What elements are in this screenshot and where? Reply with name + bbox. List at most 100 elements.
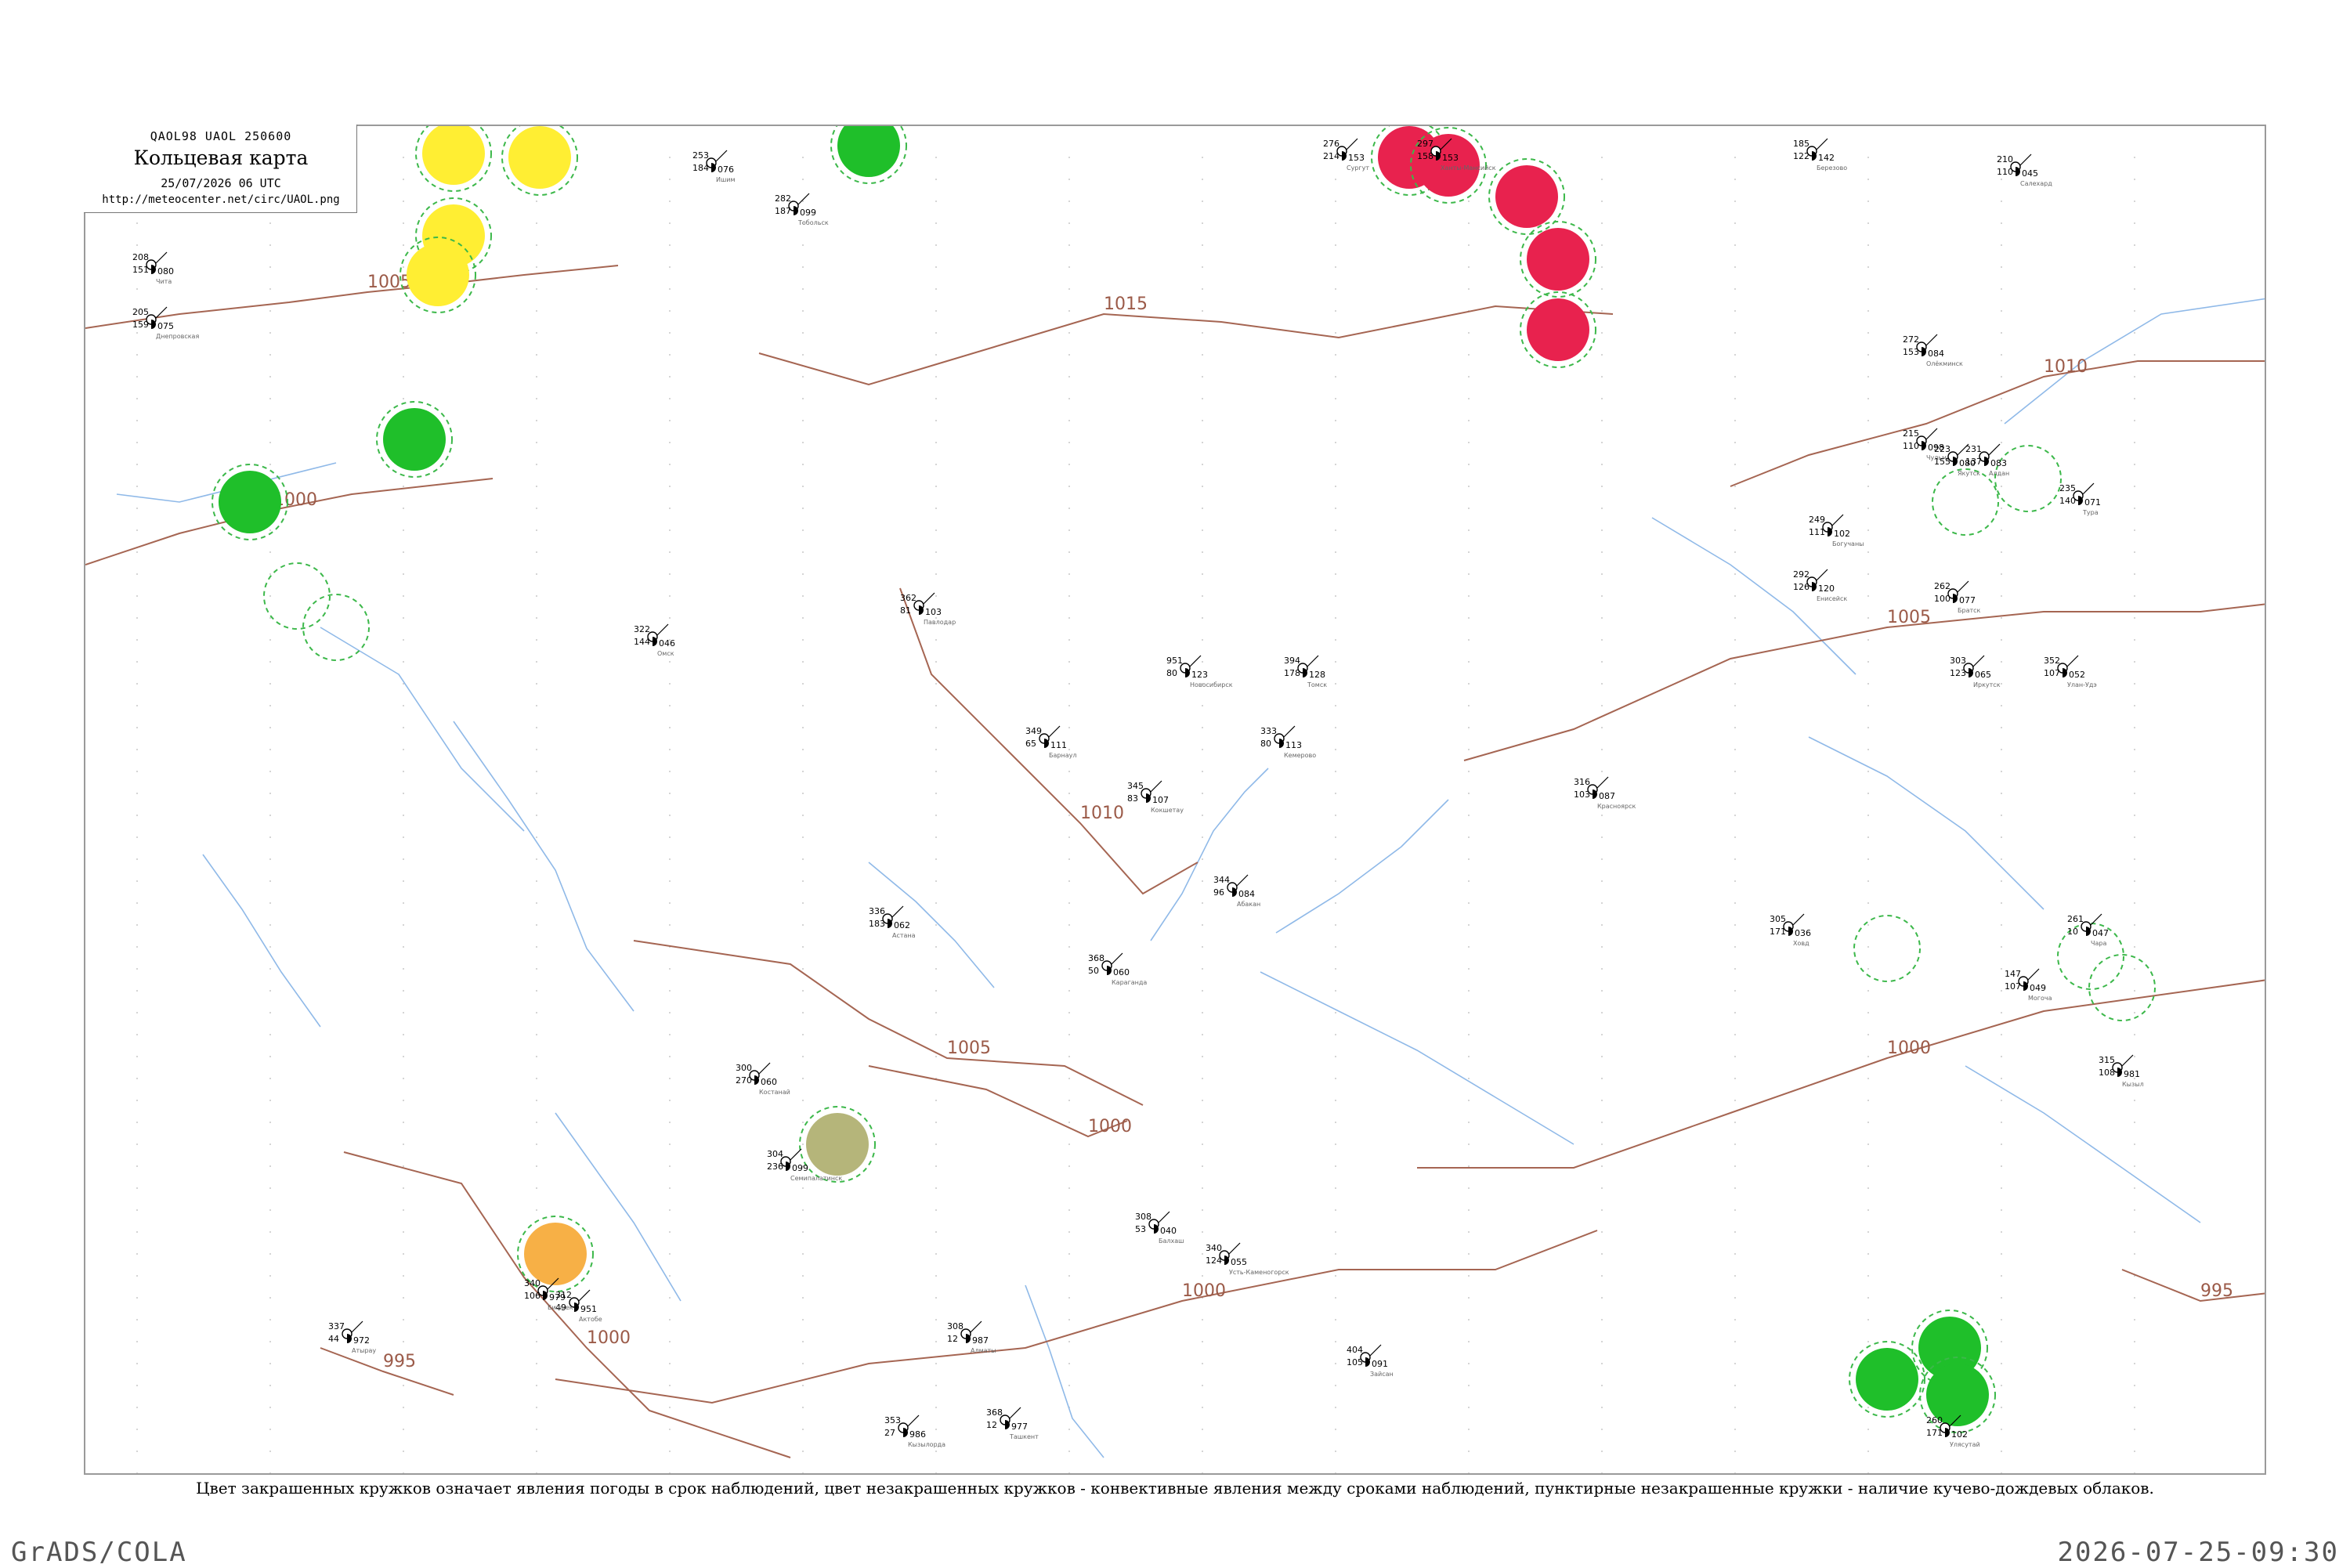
station-plot[interactable]: 282 099 187 Тобольск bbox=[775, 193, 829, 226]
graticule-dot bbox=[2134, 1253, 2135, 1255]
station-plot[interactable]: 305 036 171 Ховд bbox=[1770, 913, 1811, 947]
station-plot[interactable]: 352 052 107 Улан-Удэ bbox=[2044, 655, 2097, 688]
graticule-dot bbox=[1468, 1472, 1470, 1473]
graticule-dot bbox=[136, 1363, 138, 1364]
graticule-dot bbox=[136, 376, 138, 378]
isobar-line bbox=[899, 587, 1198, 895]
station-plot[interactable]: 368 977 12 Ташкент bbox=[986, 1407, 1039, 1440]
graticule-dot bbox=[1202, 1078, 1203, 1079]
station-plot[interactable]: 147 049 107 Могоча bbox=[2005, 968, 2052, 1002]
graticule-dot bbox=[802, 1275, 804, 1277]
graticule-dot bbox=[2001, 508, 2002, 509]
graticule-dot bbox=[935, 683, 937, 685]
station-plot[interactable]: 344 084 96 Абакан bbox=[1213, 874, 1260, 908]
station-plot[interactable]: 368 060 50 Караганда bbox=[1088, 952, 1147, 986]
graticule-dot bbox=[403, 1472, 404, 1473]
graticule-dot bbox=[1734, 771, 1736, 772]
station-plot[interactable]: 322 046 144 Омск bbox=[634, 623, 675, 657]
graticule-dot bbox=[1202, 880, 1203, 882]
graticule-dot bbox=[802, 310, 804, 312]
graticule-dot bbox=[536, 244, 537, 246]
graticule-dot bbox=[1202, 529, 1203, 531]
station-plot[interactable]: 316 087 103 Красноярск bbox=[1574, 776, 1636, 810]
station-plot[interactable]: 249 102 111 Богучаны bbox=[1809, 514, 1864, 547]
graticule-dot bbox=[136, 1034, 138, 1035]
graticule-dot bbox=[1601, 442, 1603, 443]
station-name: Якутск bbox=[1958, 470, 1980, 477]
station-temp: 276 bbox=[1323, 139, 1340, 149]
graticule-dot bbox=[1202, 1122, 1203, 1123]
station-value: 10 bbox=[2067, 927, 2078, 937]
graticule-dot bbox=[1335, 1253, 1336, 1255]
station-plot[interactable]: 404 091 105 Зайсан bbox=[1347, 1344, 1394, 1378]
graticule-dot bbox=[536, 486, 537, 487]
station-plot[interactable]: 362 103 81 Павлодар bbox=[900, 592, 956, 626]
graticule-dot bbox=[403, 529, 404, 531]
graticule-dot bbox=[1867, 354, 1869, 356]
graticule-dot bbox=[669, 1297, 671, 1299]
graticule-dot bbox=[269, 946, 271, 948]
graticule-dot bbox=[1867, 222, 1869, 224]
station-plot[interactable]: 253 076 184 Ишим bbox=[692, 150, 736, 183]
station-plot[interactable]: 261 047 10 Чара bbox=[2067, 913, 2109, 947]
graticule-dot bbox=[1468, 398, 1470, 399]
graticule-dot bbox=[1068, 332, 1070, 334]
station-plot[interactable]: 308 040 53 Балхаш bbox=[1135, 1211, 1184, 1245]
station-plot[interactable]: 303 065 123 Иркутск bbox=[1950, 655, 2001, 688]
station-plot[interactable]: 951 123 80 Новосибирск bbox=[1166, 655, 1233, 688]
station-pressure: 040 bbox=[1160, 1226, 1177, 1236]
wind-barb bbox=[1792, 913, 1805, 926]
graticule-dot bbox=[403, 1143, 404, 1145]
station-plot[interactable]: 235 071 140 Тура bbox=[2059, 482, 2101, 516]
station-plot[interactable]: 276 153 214 Сургут bbox=[1323, 138, 1369, 172]
graticule-dot bbox=[935, 749, 937, 750]
graticule-dot bbox=[269, 1429, 271, 1430]
graticule-dot bbox=[2134, 1429, 2135, 1430]
station-plot[interactable]: 345 107 83 Кокшетау bbox=[1127, 780, 1184, 814]
station-plot[interactable]: 337 972 44 Атырау bbox=[328, 1321, 376, 1354]
station-plot[interactable]: 185 142 122 Березово bbox=[1793, 138, 1847, 172]
station-plot[interactable]: 353 986 27 Кызылорда bbox=[884, 1414, 945, 1448]
station-plot[interactable]: 308 987 12 Алматы bbox=[947, 1321, 996, 1354]
graticule-dot bbox=[2001, 595, 2002, 597]
station-plot[interactable]: 210 045 110 Салехард bbox=[1997, 154, 2052, 187]
graticule-dot bbox=[2001, 1407, 2002, 1408]
fog-spot bbox=[508, 126, 571, 189]
graticule-dot bbox=[269, 310, 271, 312]
graticule-dot bbox=[1468, 902, 1470, 904]
graticule-dot bbox=[669, 617, 671, 619]
station-plot[interactable]: 262 077 100 Братск bbox=[1934, 580, 1981, 614]
graticule-dot bbox=[669, 1231, 671, 1233]
graticule-dot bbox=[935, 529, 937, 531]
station-plot[interactable]: 315 981 108 Кызыл bbox=[2099, 1054, 2144, 1088]
graticule-dot bbox=[2001, 990, 2002, 992]
graticule-dot bbox=[669, 1078, 671, 1079]
graticule-dot bbox=[1068, 1012, 1070, 1013]
graticule-dot bbox=[269, 1165, 271, 1167]
station-plot[interactable]: 292 120 126 Енисейск bbox=[1793, 569, 1847, 602]
graticule-dot bbox=[136, 508, 138, 509]
graticule-dot bbox=[1335, 442, 1336, 443]
graticule-dot bbox=[2001, 1056, 2002, 1057]
station-plot[interactable]: 336 062 183 Астана bbox=[869, 905, 916, 939]
station-plot[interactable]: 333 113 80 Кемерово bbox=[1260, 725, 1316, 759]
graticule-dot bbox=[1468, 727, 1470, 728]
graticule-dot bbox=[1202, 573, 1203, 575]
graticule-dot bbox=[1068, 398, 1070, 399]
station-plot[interactable]: 394 128 178 Томск bbox=[1284, 655, 1327, 688]
graticule-dot bbox=[669, 157, 671, 158]
station-temp: 352 bbox=[2044, 656, 2060, 666]
station-plot[interactable]: 349 111 65 Барнаул bbox=[1025, 725, 1076, 759]
station-value: 44 bbox=[328, 1334, 339, 1344]
graticule-dot bbox=[536, 1451, 537, 1452]
station-plot[interactable]: 340 055 124 Усть-Каменогорск bbox=[1206, 1242, 1289, 1276]
graticule-dot bbox=[1202, 222, 1203, 224]
station-plot[interactable]: 272 084 153 Олёкминск bbox=[1903, 334, 1963, 367]
station-plot[interactable]: 205 075 159 Днепровская bbox=[132, 306, 199, 340]
station-plot[interactable]: 300 060 270 Костанай bbox=[736, 1062, 790, 1096]
graticule-dot bbox=[802, 529, 804, 531]
graticule-dot bbox=[1601, 968, 1603, 970]
station-plot[interactable]: 208 080 151 Чита bbox=[132, 251, 174, 285]
station-temp: 300 bbox=[736, 1063, 752, 1073]
graticule-dot bbox=[935, 661, 937, 663]
